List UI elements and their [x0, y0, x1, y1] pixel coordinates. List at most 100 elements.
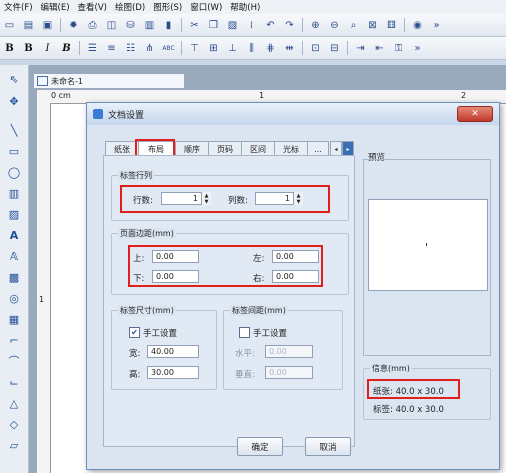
send-back-icon[interactable]: ⇤ [372, 41, 387, 56]
tab-scroll-right-icon[interactable]: ▸ [342, 141, 354, 156]
dialog-titlebar: 文档设置 ✕ [87, 103, 499, 125]
print-preview-icon[interactable]: ◫ [104, 18, 119, 33]
triangle-icon[interactable]: △ [5, 395, 23, 411]
align-bottom-icon[interactable]: ⊥ [225, 41, 240, 56]
toolbar-separator [302, 41, 303, 55]
polyline-icon[interactable]: ⌙ [5, 374, 23, 390]
barcode-icon[interactable]: ▥ [142, 18, 157, 33]
lock-icon[interactable]: ⚿ [391, 41, 406, 56]
redo-icon[interactable]: ↷ [282, 18, 297, 33]
more-format-icon[interactable]: » [410, 41, 425, 56]
menu-edit[interactable]: 编辑(E) [37, 1, 74, 13]
align-top-icon[interactable]: ⊤ [187, 41, 202, 56]
table-icon[interactable]: ▦ [5, 311, 23, 327]
new-icon[interactable]: ▭ [2, 18, 17, 33]
vertical-spacing-input[interactable]: 0.00 [265, 366, 313, 379]
battery-icon[interactable]: ▮ [161, 18, 176, 33]
tab-paper[interactable]: 纸张 [105, 141, 139, 156]
settings-icon[interactable]: ✹ [66, 18, 81, 33]
zoom-in-icon[interactable]: ⊕ [308, 18, 323, 33]
grid-icon[interactable]: ⁞ [244, 18, 259, 33]
tab-order[interactable]: 顺序 [175, 141, 209, 156]
cancel-button[interactable]: 取消 [305, 437, 351, 456]
select-arrow-icon[interactable]: ⇖ [5, 71, 23, 87]
align-middle-icon[interactable]: ⊞ [206, 41, 221, 56]
tab-scroll-left-icon[interactable]: ◂ [330, 141, 342, 156]
copy-icon[interactable]: ❐ [206, 18, 221, 33]
distribute-v-icon[interactable]: ⋕ [263, 41, 278, 56]
toolbar-separator [347, 41, 348, 55]
stamp-icon[interactable]: ◎ [5, 290, 23, 306]
standard-toolbar: ▭ ▤ ▣ ✹ ⎙ ◫ ⛁ ▥ ▮ ✂ ❐ ▧ ⁞ ↶ ↷ ⊕ ⊖ ⌕ ⊠ ⚅ … [0, 14, 506, 37]
group-icon[interactable]: ⊡ [308, 41, 323, 56]
italic-icon[interactable]: I [40, 41, 55, 56]
tab-cursor[interactable]: 光标 [274, 141, 308, 156]
align-left-icon[interactable]: ☰ [85, 41, 100, 56]
open-icon[interactable]: ▤ [21, 18, 36, 33]
dice-icon[interactable]: ⚅ [384, 18, 399, 33]
height-label: 高: [129, 370, 141, 380]
vertical-text-icon[interactable]: ⋔ [142, 41, 157, 56]
rich-text-icon[interactable]: 𝔸 [5, 248, 23, 264]
print-icon[interactable]: ⎙ [85, 18, 100, 33]
paste-icon[interactable]: ▧ [225, 18, 240, 33]
menu-help[interactable]: 帮助(H) [226, 1, 264, 13]
ok-button[interactable]: 确定 [237, 437, 283, 456]
vertical-spacing-label: 垂直: [235, 370, 255, 380]
align-right-icon[interactable]: ☷ [123, 41, 138, 56]
pan-icon[interactable]: ✥ [5, 93, 23, 109]
ellipse-icon[interactable]: ◯ [5, 164, 23, 180]
text-icon[interactable]: A [5, 227, 23, 243]
tab-more[interactable]: ... [307, 141, 329, 156]
fit-icon[interactable]: ⊠ [365, 18, 380, 33]
group-title-page-margin: 页面边距(mm) [118, 228, 176, 239]
menu-draw[interactable]: 绘图(D) [111, 1, 149, 13]
eye-icon[interactable]: ◉ [410, 18, 425, 33]
align-center-icon[interactable]: ≡ [104, 41, 119, 56]
width-input[interactable]: 40.00 [147, 345, 199, 358]
tab-page-number[interactable]: 页码 [208, 141, 242, 156]
manual-size-checkbox[interactable]: ✔ [129, 327, 140, 338]
image-icon[interactable]: ▨ [5, 206, 23, 222]
bold-icon[interactable]: B [21, 41, 36, 56]
parallelogram-icon[interactable]: ▱ [5, 437, 23, 453]
qr-code-icon[interactable]: ▩ [5, 269, 23, 285]
tab-range[interactable]: 区间 [241, 141, 275, 156]
undo-icon[interactable]: ↶ [263, 18, 278, 33]
menu-view[interactable]: 查看(V) [74, 1, 111, 13]
format-toolbar: B B I B ☰ ≡ ☷ ⋔ ABC ⊤ ⊞ ⊥ ⫼ ⋕ ⇹ ⊡ ⊟ ⇥ ⇤ … [0, 37, 506, 60]
line-icon[interactable]: ╲ [5, 122, 23, 138]
diamond-icon[interactable]: ◇ [5, 416, 23, 432]
width-label: 宽: [129, 349, 141, 359]
same-size-icon[interactable]: ⇹ [282, 41, 297, 56]
distribute-h-icon[interactable]: ⫼ [244, 41, 259, 56]
toolbar-separator [181, 41, 182, 55]
ruler-label-zero: 0 cm [51, 91, 71, 100]
height-input[interactable]: 30.00 [147, 366, 199, 379]
barcode-tool-icon[interactable]: ▥ [5, 185, 23, 201]
menu-file[interactable]: 文件(F) [0, 1, 37, 13]
horizontal-spacing-label: 水平: [235, 349, 255, 359]
menu-shape[interactable]: 图形(S) [149, 1, 186, 13]
info-title: 信息(mm) [370, 363, 412, 374]
zoom-icon[interactable]: ⌕ [346, 18, 361, 33]
bold-italic-icon[interactable]: B [59, 41, 74, 56]
curve-icon[interactable]: ⌐ [5, 332, 23, 348]
ungroup-icon[interactable]: ⊟ [327, 41, 342, 56]
horizontal-spacing-input[interactable]: 0.00 [265, 345, 313, 358]
bold-icon[interactable]: B [2, 41, 17, 56]
toolbar-separator [181, 18, 182, 32]
manual-spacing-checkbox[interactable] [239, 327, 250, 338]
close-button[interactable]: ✕ [457, 106, 493, 122]
rectangle-icon[interactable]: ▭ [5, 143, 23, 159]
database-icon[interactable]: ⛁ [123, 18, 138, 33]
save-icon[interactable]: ▣ [40, 18, 55, 33]
document-tab[interactable]: 未命名-1 [33, 73, 185, 89]
bring-front-icon[interactable]: ⇥ [353, 41, 368, 56]
cut-icon[interactable]: ✂ [187, 18, 202, 33]
arc-icon[interactable]: ⌒ [5, 353, 23, 369]
more-icon[interactable]: » [429, 18, 444, 33]
menu-window[interactable]: 窗口(W) [186, 1, 226, 13]
abc-icon[interactable]: ABC [161, 41, 176, 56]
zoom-out-icon[interactable]: ⊖ [327, 18, 342, 33]
